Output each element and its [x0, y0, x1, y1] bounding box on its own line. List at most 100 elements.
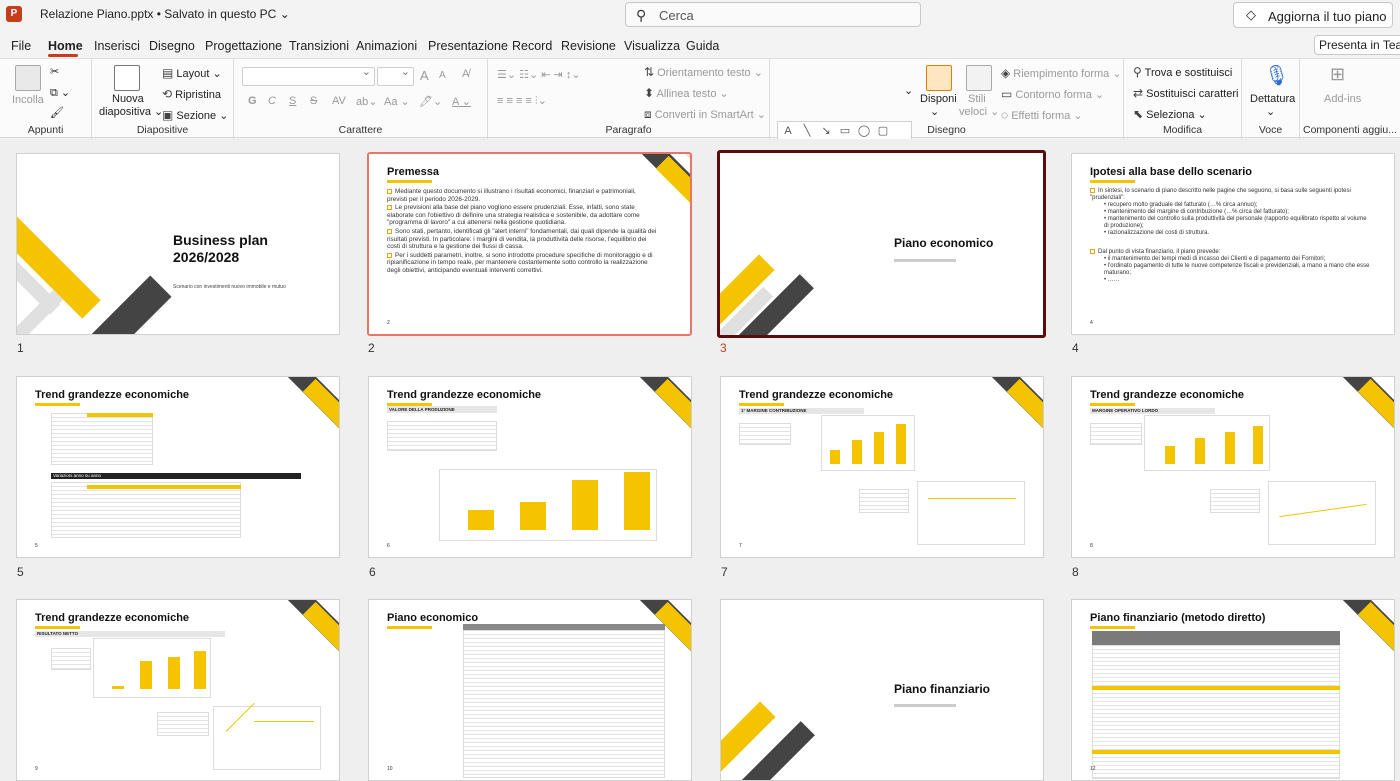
align-icons[interactable]: ≡ ≡ ≡ ≡ ⫶⌄	[497, 94, 547, 108]
document-title[interactable]: Relazione Piano.pptx • Salvato in questo…	[40, 7, 290, 21]
data-table	[859, 489, 909, 513]
quick-styles-button-line2[interactable]: veloci ⌄	[959, 105, 999, 118]
align-text-button[interactable]: ⬍ Allinea testo ⌄	[644, 86, 729, 100]
slide-decoration	[1357, 378, 1394, 442]
new-slide-icon[interactable]	[114, 65, 140, 91]
grow-font-button[interactable]: A	[420, 68, 429, 83]
shape-fill-button[interactable]: ◈ Riempimento forma ⌄	[1001, 66, 1122, 80]
line-chart	[213, 702, 321, 770]
paste-icon[interactable]	[15, 65, 41, 91]
slide-thumbnail-10[interactable]: Piano economico 10	[368, 599, 692, 781]
underline-button[interactable]: S	[289, 95, 296, 107]
search-input[interactable]: ⚲ Cerca	[625, 2, 921, 27]
highlight-icon[interactable]: 🖊⌄	[419, 95, 442, 108]
slide-thumbnail-12[interactable]: Piano finanziario (metodo diretto) 12	[1071, 599, 1395, 781]
find-replace-button[interactable]: ⚲ Trova e sostituisci	[1133, 65, 1232, 79]
table-header	[87, 485, 241, 489]
chart-bar	[1165, 446, 1175, 464]
ribbon-tabs: File Home Inserisci Disegno Progettazion…	[0, 30, 1400, 58]
present-in-teams-button[interactable]: Presenta in Tea	[1314, 35, 1400, 55]
slide-thumbnail-2[interactable]: Premessa Mediante questo documento si il…	[367, 152, 692, 336]
italic-button[interactable]: C	[268, 95, 276, 107]
new-slide-button[interactable]: Nuova	[112, 93, 144, 105]
tab-animations[interactable]: Animazioni	[356, 39, 417, 53]
shape-outline-button[interactable]: ▭ Contorno forma ⌄	[1001, 87, 1104, 101]
slide-number: 1	[17, 341, 24, 355]
tab-design[interactable]: Progettazione	[205, 39, 282, 53]
slide-thumbnail-5[interactable]: Trend grandezze economiche Variazioni an…	[16, 376, 340, 558]
shrink-font-button[interactable]: A	[439, 70, 446, 81]
tab-draw[interactable]: Disegno	[149, 39, 195, 53]
shape-effects-button[interactable]: ◌ Effetti forma ⌄	[1001, 108, 1083, 122]
line-shape-icon[interactable]: ╲	[800, 124, 814, 138]
slide-bullet-list: Mediante questo documento si illustrano …	[387, 188, 657, 274]
font-size-select[interactable]	[377, 65, 414, 86]
char-spacing-icon[interactable]: AV	[332, 95, 346, 107]
slide-subtitle: Scenario con investimenti nuovo immobile…	[173, 284, 286, 290]
group-addins: ⊞ Add-ins Componenti aggiu...	[1303, 64, 1397, 136]
addins-button[interactable]: Add-ins	[1324, 93, 1361, 105]
bold-button[interactable]: G	[248, 95, 257, 107]
new-slide-button-line2[interactable]: diapositiva ⌄	[99, 105, 163, 118]
rectangle-shape-icon[interactable]: ▭	[838, 124, 852, 138]
arrow-shape-icon[interactable]: ↘	[819, 124, 833, 138]
bar-chart	[1144, 415, 1270, 471]
chart-bar	[830, 450, 840, 464]
smartart-button[interactable]: ⧈ Converti in SmartArt ⌄	[644, 107, 766, 122]
slide-thumbnail-6[interactable]: Trend grandezze economiche VALORE DELLA …	[368, 376, 692, 558]
strike-button[interactable]: S	[310, 95, 317, 107]
arrange-button[interactable]: Disponi	[920, 93, 957, 105]
shapes-more-icon[interactable]: ⌄	[904, 84, 913, 97]
section-button[interactable]: ▣ Sezione ⌄	[162, 108, 228, 122]
tab-view[interactable]: Visualizza	[624, 39, 680, 53]
quick-styles-icon[interactable]	[966, 65, 992, 91]
arrange-icon[interactable]	[926, 65, 952, 91]
search-icon: ⚲	[1133, 65, 1142, 79]
textbox-shape-icon[interactable]: A	[781, 124, 795, 138]
bullets-icon[interactable]: ☰⌄ ☷⌄ ⇤ ⇥ ↕⌄	[497, 68, 581, 81]
dictate-button[interactable]: Dettatura	[1250, 93, 1295, 105]
slide-thumbnail-1[interactable]: Business plan 2026/2028 Scenario con inve…	[16, 153, 340, 335]
text-direction-button[interactable]: ⇅ Orientamento testo ⌄	[644, 65, 763, 79]
shadow-icon[interactable]: ab⌄	[356, 95, 377, 108]
slide-thumbnail-11[interactable]: Piano finanziario	[720, 599, 1044, 781]
slide-title: Premessa	[387, 166, 439, 178]
cut-icon[interactable]: ✂	[50, 65, 59, 78]
dictate-chevron-icon[interactable]: ⌄	[1266, 105, 1275, 118]
addins-icon[interactable]: ⊞	[1330, 64, 1345, 85]
upgrade-plan-button[interactable]: ◇ Aggiorna il tuo piano	[1233, 2, 1393, 28]
tab-home[interactable]: Home	[48, 39, 83, 53]
tab-record[interactable]: Record	[512, 39, 552, 53]
tab-review[interactable]: Revisione	[561, 39, 616, 53]
reset-button[interactable]: ⟲ Ripristina	[162, 87, 221, 101]
font-color-button[interactable]: A ⌄	[452, 95, 471, 108]
slide-thumbnail-9[interactable]: Trend grandezze economiche RISULTATO NET…	[16, 599, 340, 781]
slide-thumbnail-3[interactable]: Piano economico	[717, 150, 1046, 338]
paste-button[interactable]: Incolla	[12, 94, 44, 106]
change-case-button[interactable]: Aa ⌄	[384, 95, 410, 108]
chart-bar	[896, 424, 906, 464]
tab-insert[interactable]: Inserisci	[94, 39, 140, 53]
slide-thumbnail-8[interactable]: Trend grandezze economiche MARGINE OPERA…	[1071, 376, 1395, 558]
slide-thumbnail-7[interactable]: Trend grandezze economiche 1° MARGINE CO…	[720, 376, 1044, 558]
font-family-select[interactable]	[242, 65, 375, 86]
clear-format-icon[interactable]: A̸	[462, 68, 469, 80]
search-icon: ⚲	[636, 7, 647, 23]
tab-help[interactable]: Guida	[686, 39, 719, 53]
tab-transitions[interactable]: Transizioni	[289, 39, 349, 53]
quick-styles-button[interactable]: Stili	[968, 93, 986, 105]
replace-fonts-button[interactable]: ⇄ Sostituisci caratteri	[1133, 86, 1238, 100]
select-button[interactable]: ⬉ Seleziona ⌄	[1133, 107, 1207, 121]
microphone-icon[interactable]: 🎙	[1264, 63, 1289, 88]
tab-file[interactable]: File	[11, 39, 31, 53]
arrange-chevron-icon[interactable]: ⌄	[930, 105, 939, 118]
copy-icon[interactable]: ⧉ ⌄	[50, 86, 70, 100]
tab-slideshow[interactable]: Presentazione	[428, 39, 508, 53]
format-painter-icon[interactable]: 🖌	[50, 106, 64, 119]
rounded-rect-shape-icon[interactable]: ▢	[876, 124, 890, 138]
oval-shape-icon[interactable]: ◯	[857, 124, 871, 138]
slide-thumbnail-4[interactable]: Ipotesi alla base dello scenario In sint…	[1071, 153, 1395, 335]
layout-button[interactable]: ▤ Layout ⌄	[162, 66, 222, 80]
bar-chart	[439, 469, 657, 541]
replace-icon: ⇄	[1133, 86, 1144, 100]
